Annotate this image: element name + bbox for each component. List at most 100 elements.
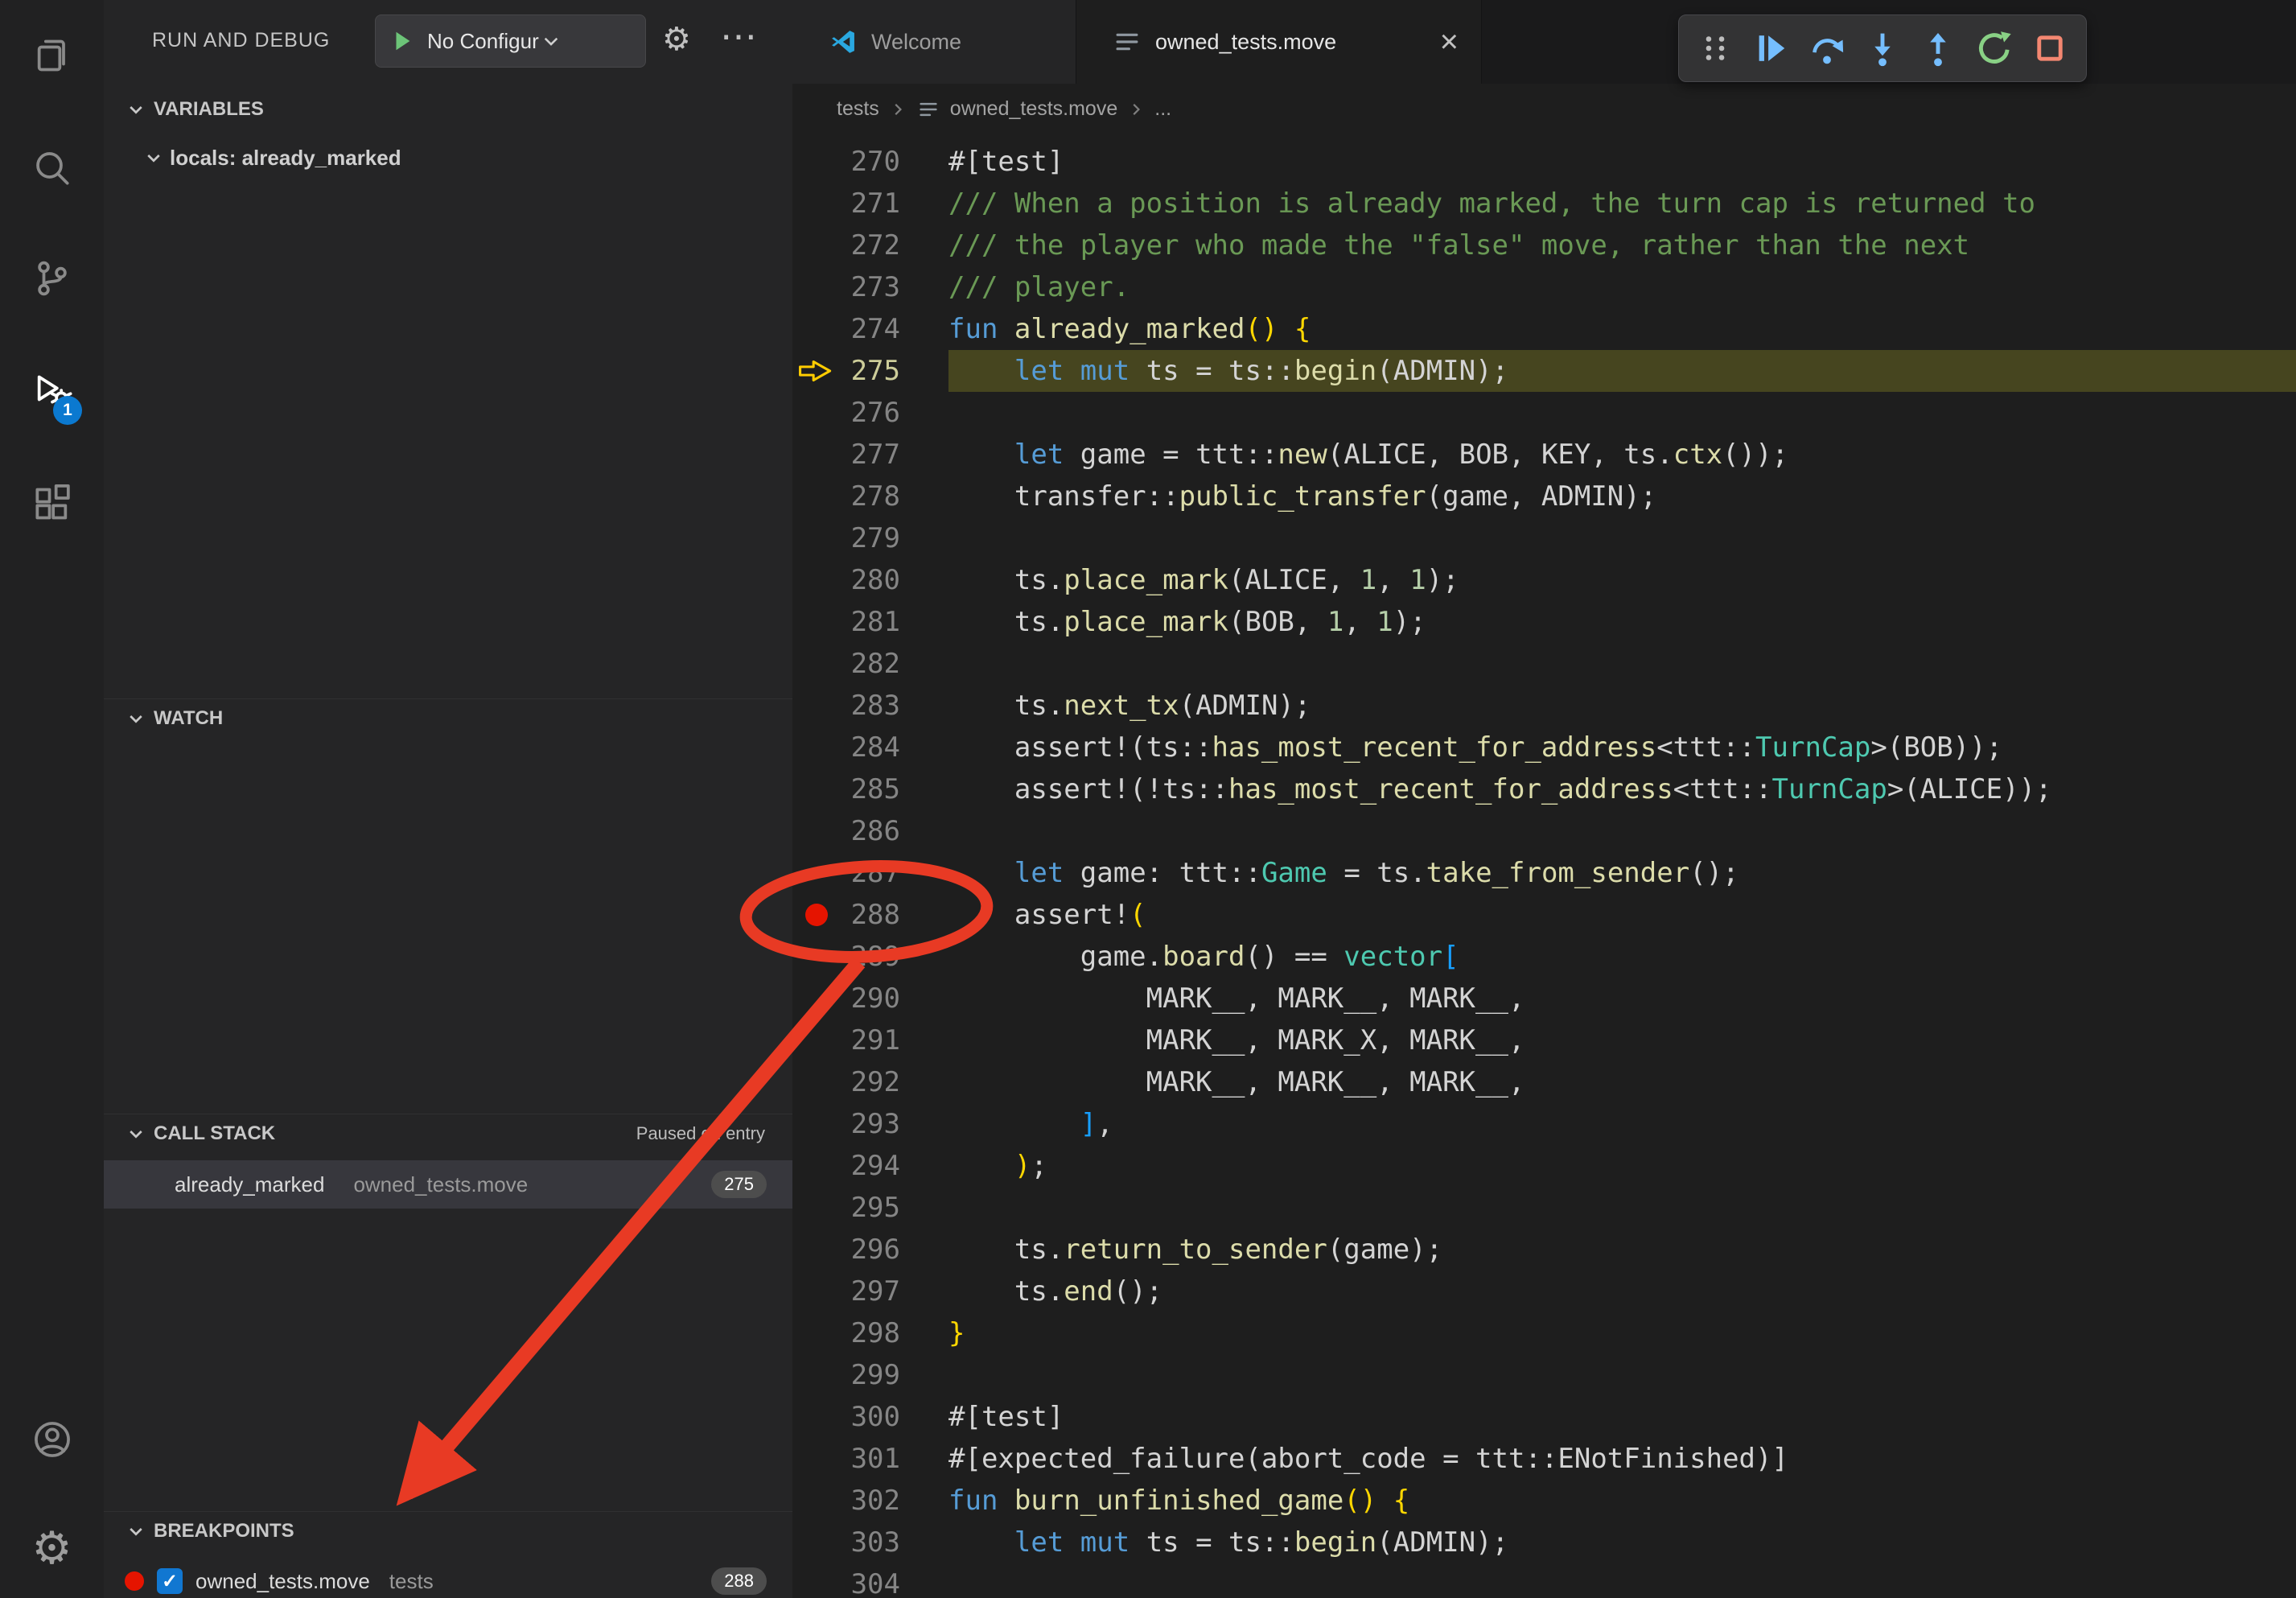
code-text[interactable]: transfer::public_transfer(game, ADMIN); <box>948 476 2296 517</box>
gutter-glyph-margin[interactable] <box>792 978 841 1019</box>
code-text[interactable]: #[expected_failure(abort_code = ttt::ENo… <box>948 1438 2296 1480</box>
code-line[interactable]: 301#[expected_failure(abort_code = ttt::… <box>792 1438 2296 1480</box>
gutter-glyph-margin[interactable] <box>792 1103 841 1145</box>
gutter-glyph-margin[interactable] <box>792 1354 841 1396</box>
gutter-glyph-margin[interactable] <box>792 1145 841 1187</box>
code-line[interactable]: 298} <box>792 1312 2296 1354</box>
code-line[interactable]: 293 ], <box>792 1103 2296 1145</box>
stop-button[interactable] <box>2027 26 2072 71</box>
continue-button[interactable] <box>1748 26 1793 71</box>
code-line[interactable]: 280 ts.place_mark(ALICE, 1, 1); <box>792 559 2296 601</box>
code-line[interactable]: 297 ts.end(); <box>792 1271 2296 1312</box>
code-text[interactable]: let game = ttt::new(ALICE, BOB, KEY, ts.… <box>948 434 2296 476</box>
gutter-glyph-margin[interactable] <box>792 1396 841 1438</box>
gutter-glyph-margin[interactable] <box>792 308 841 350</box>
code-text[interactable]: /// the player who made the "false" move… <box>948 224 2296 266</box>
locals-scope-row[interactable]: locals: already_marked <box>104 138 792 177</box>
line-number[interactable]: 295 <box>841 1187 900 1229</box>
code-text[interactable]: fun already_marked() { <box>948 308 2296 350</box>
line-number[interactable]: 300 <box>841 1396 900 1438</box>
line-number[interactable]: 279 <box>841 517 900 559</box>
code-line[interactable]: 286 <box>792 810 2296 852</box>
code-text[interactable] <box>948 643 2296 685</box>
code-line[interactable]: 296 ts.return_to_sender(game); <box>792 1229 2296 1271</box>
code-text[interactable]: /// player. <box>948 266 2296 308</box>
step-into-button[interactable] <box>1860 26 1905 71</box>
gutter-glyph-margin[interactable] <box>792 266 841 308</box>
call-stack-section-header[interactable]: CALL STACK Paused on entry <box>104 1114 792 1152</box>
code-line[interactable]: 294 ); <box>792 1145 2296 1187</box>
account-icon[interactable] <box>0 1417 104 1462</box>
line-number[interactable]: 293 <box>841 1103 900 1145</box>
gutter-glyph-margin[interactable] <box>792 852 841 894</box>
gutter-glyph-margin[interactable] <box>792 685 841 727</box>
line-number[interactable]: 288 <box>841 894 900 936</box>
settings-gear-icon[interactable]: ⚙ <box>0 1526 104 1571</box>
code-text[interactable]: ts.place_mark(ALICE, 1, 1); <box>948 559 2296 601</box>
tab-owned-tests-move[interactable]: owned_tests.move × <box>1076 0 1482 84</box>
gutter-glyph-margin[interactable] <box>792 1522 841 1563</box>
code-text[interactable] <box>948 392 2296 434</box>
code-text[interactable]: ts.next_tx(ADMIN); <box>948 685 2296 727</box>
variables-section-header[interactable]: VARIABLES <box>104 90 792 129</box>
breadcrumb-item-file[interactable]: owned_tests.move <box>950 97 1117 121</box>
line-number[interactable]: 277 <box>841 434 900 476</box>
code-line[interactable]: 281 ts.place_mark(BOB, 1, 1); <box>792 601 2296 643</box>
code-text[interactable]: MARK__, MARK__, MARK__, <box>948 978 2296 1019</box>
line-number[interactable]: 294 <box>841 1145 900 1187</box>
code-area[interactable]: 270#[test]271/// When a position is alre… <box>792 134 2296 1598</box>
line-number[interactable]: 275 <box>841 350 900 392</box>
gutter-glyph-margin[interactable] <box>792 350 841 392</box>
code-line[interactable]: 302fun burn_unfinished_game() { <box>792 1480 2296 1522</box>
code-line[interactable]: 279 <box>792 517 2296 559</box>
code-text[interactable]: } <box>948 1312 2296 1354</box>
extensions-icon[interactable] <box>0 481 104 526</box>
code-line[interactable]: 278 transfer::public_transfer(game, ADMI… <box>792 476 2296 517</box>
code-text[interactable]: #[test] <box>948 1396 2296 1438</box>
line-number[interactable]: 291 <box>841 1019 900 1061</box>
code-line[interactable]: 291 MARK__, MARK_X, MARK__, <box>792 1019 2296 1061</box>
line-number[interactable]: 298 <box>841 1312 900 1354</box>
code-text[interactable]: assert!( <box>948 894 2296 936</box>
code-line[interactable]: 303 let mut ts = ts::begin(ADMIN); <box>792 1522 2296 1563</box>
code-text[interactable]: assert!(!ts::has_most_recent_for_address… <box>948 768 2296 810</box>
gutter-glyph-margin[interactable] <box>792 768 841 810</box>
gutter-glyph-margin[interactable] <box>792 810 841 852</box>
line-number[interactable]: 302 <box>841 1480 900 1522</box>
code-text[interactable]: ); <box>948 1145 2296 1187</box>
code-text[interactable] <box>948 517 2296 559</box>
code-line[interactable]: 276 <box>792 392 2296 434</box>
code-line[interactable]: 285 assert!(!ts::has_most_recent_for_add… <box>792 768 2296 810</box>
line-number[interactable]: 286 <box>841 810 900 852</box>
line-number[interactable]: 276 <box>841 392 900 434</box>
code-line[interactable]: 282 <box>792 643 2296 685</box>
breakpoint-list-item[interactable]: ✓ owned_tests.move tests 288 <box>104 1558 792 1598</box>
explorer-icon[interactable] <box>0 33 104 78</box>
line-number[interactable]: 285 <box>841 768 900 810</box>
code-line[interactable]: 283 ts.next_tx(ADMIN); <box>792 685 2296 727</box>
code-text[interactable] <box>948 1187 2296 1229</box>
code-text[interactable]: MARK__, MARK_X, MARK__, <box>948 1019 2296 1061</box>
code-line[interactable]: 299 <box>792 1354 2296 1396</box>
breadcrumb-item-tests[interactable]: tests <box>837 97 879 121</box>
code-line[interactable]: 274 fun already_marked() { <box>792 308 2296 350</box>
gutter-glyph-margin[interactable] <box>792 1438 841 1480</box>
more-actions-icon[interactable]: ⋯ <box>720 14 757 58</box>
line-number[interactable]: 274 <box>841 308 900 350</box>
code-text[interactable]: assert!(ts::has_most_recent_for_address<… <box>948 727 2296 768</box>
code-text[interactable]: ], <box>948 1103 2296 1145</box>
code-text[interactable]: #[test] <box>948 141 2296 183</box>
debug-settings-gear-icon[interactable]: ⚙ <box>662 21 691 58</box>
code-line[interactable]: 284 assert!(ts::has_most_recent_for_addr… <box>792 727 2296 768</box>
line-number[interactable]: 289 <box>841 936 900 978</box>
gutter-glyph-margin[interactable] <box>792 1187 841 1229</box>
code-text[interactable]: ts.place_mark(BOB, 1, 1); <box>948 601 2296 643</box>
gutter-glyph-margin[interactable] <box>792 1019 841 1061</box>
code-line[interactable]: 275 let mut ts = ts::begin(ADMIN); <box>792 350 2296 392</box>
step-over-button[interactable] <box>1804 26 1850 71</box>
gutter-glyph-margin[interactable] <box>792 1061 841 1103</box>
code-line[interactable]: 295 <box>792 1187 2296 1229</box>
gutter-glyph-margin[interactable] <box>792 183 841 224</box>
code-line[interactable]: 304 <box>792 1563 2296 1598</box>
gutter-glyph-margin[interactable] <box>792 476 841 517</box>
